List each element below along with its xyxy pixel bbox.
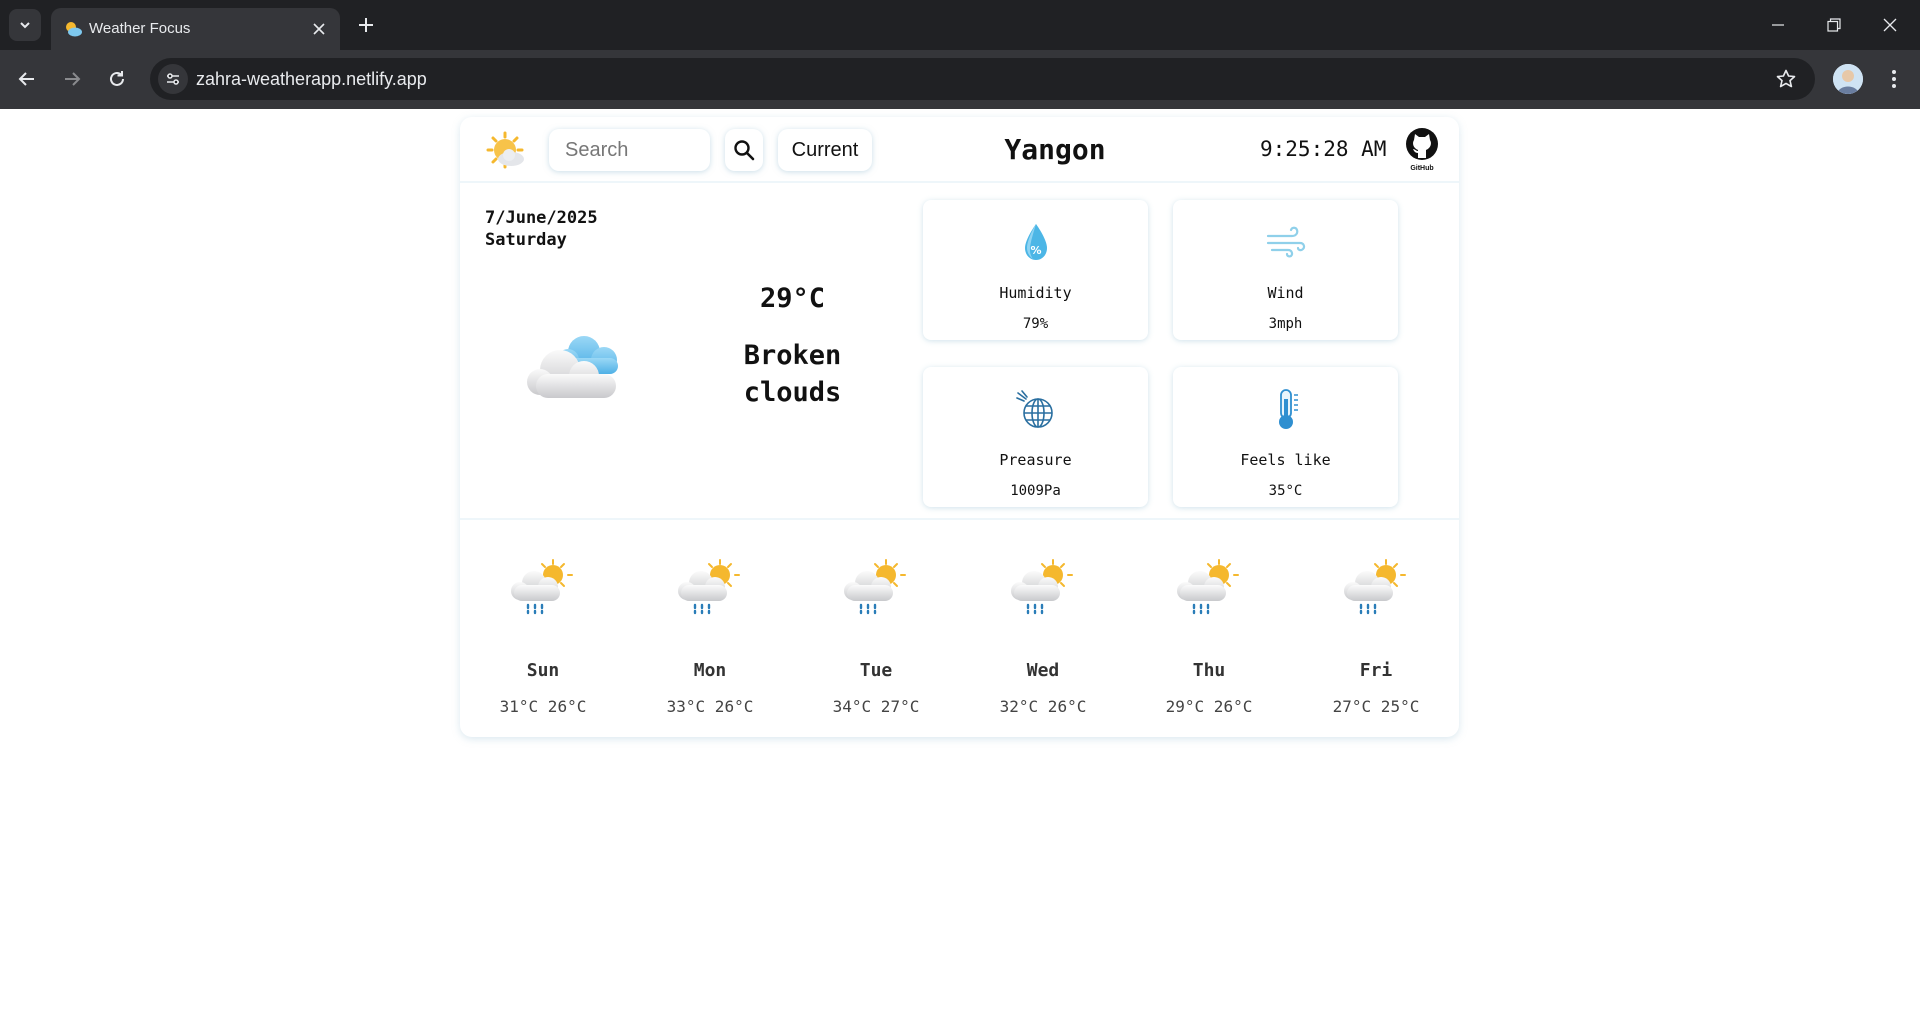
- current-date: 7/June/2025 Saturday: [485, 207, 598, 251]
- arrow-right-icon: [65, 72, 81, 86]
- thermometer-icon: [1279, 389, 1298, 429]
- broken-clouds-icon: [527, 336, 618, 398]
- plus-icon: [359, 18, 373, 32]
- weather-app-card: Current Yangon 9:25:28 AM GitHub 7/June/…: [460, 117, 1459, 737]
- forecast-day: Tue 34°C 27°C: [811, 522, 941, 737]
- rain-sun-cloud-icon: [676, 558, 741, 615]
- address-bar[interactable]: zahra-weatherapp.netlify.app: [150, 58, 1815, 100]
- date-text: 7/June/2025: [485, 208, 598, 228]
- weather-favicon-icon: [66, 22, 82, 37]
- forecast-temps: 32°C 26°C: [999, 697, 1087, 716]
- bookmark-button[interactable]: [1773, 66, 1799, 92]
- forecast-day: Fri 27°C 25°C: [1311, 522, 1441, 737]
- forecast-temps: 29°C 26°C: [1165, 697, 1253, 716]
- reload-icon: [110, 71, 124, 86]
- rain-sun-cloud-icon: [1175, 558, 1240, 615]
- rain-sun-cloud-icon: [842, 558, 907, 615]
- sun-cloud-logo-icon: [486, 131, 524, 169]
- tab-title: Weather Focus: [89, 20, 191, 37]
- stat-label: Feels like: [1240, 451, 1331, 469]
- svg-text:%: %: [1030, 244, 1041, 257]
- tab-close-button[interactable]: [306, 16, 332, 42]
- stat-value: 79%: [1022, 316, 1049, 332]
- current-weather-section: 7/June/2025 Saturday 29°C Broken clouds …: [460, 185, 1459, 520]
- browser-menu-button[interactable]: [1880, 63, 1908, 95]
- browser-titlebar: Weather Focus: [0, 0, 1920, 50]
- new-tab-button[interactable]: [350, 9, 382, 41]
- stat-value: 35°C: [1268, 483, 1303, 499]
- star-icon: [1776, 69, 1796, 88]
- arrow-left-icon: [18, 72, 34, 86]
- humidity-card: % Humidity 79%: [923, 200, 1148, 340]
- forecast-day: Mon 33°C 26°C: [645, 522, 775, 737]
- pressure-globe-icon: [1016, 390, 1053, 428]
- weekday-text: Saturday: [485, 230, 567, 250]
- tab-search-button[interactable]: [9, 9, 41, 41]
- rain-sun-cloud-icon: [1009, 558, 1074, 615]
- app-header: Current Yangon 9:25:28 AM GitHub: [460, 117, 1459, 183]
- feels-like-card: Feels like 35°C: [1173, 367, 1398, 507]
- forecast-day: Thu 29°C 26°C: [1144, 522, 1274, 737]
- forecast-temps: 31°C 26°C: [499, 697, 587, 716]
- github-link[interactable]: GitHub: [1404, 127, 1440, 172]
- wind-icon: [1266, 226, 1306, 258]
- stat-value: 3mph: [1268, 316, 1303, 332]
- condition-line-2: clouds: [743, 377, 842, 408]
- site-info-button[interactable]: [158, 64, 188, 94]
- rain-sun-cloud-icon: [509, 558, 574, 615]
- forecast-day-name: Thu: [1192, 660, 1226, 681]
- forecast-day-name: Tue: [859, 660, 893, 681]
- forecast-section: Sun 31°C 26°C Mon 33°C 26°C Tue 34°C 27°…: [460, 522, 1459, 737]
- city-name: Yangon: [1004, 133, 1106, 166]
- stat-label: Wind: [1267, 284, 1304, 302]
- forecast-day: Sun 31°C 26°C: [478, 522, 608, 737]
- minimize-button[interactable]: [1750, 0, 1806, 50]
- search-button[interactable]: [725, 129, 763, 171]
- close-icon: [1883, 18, 1897, 32]
- current-temperature: 29°C: [759, 283, 826, 314]
- forecast-temps: 33°C 26°C: [666, 697, 754, 716]
- stat-label: Humidity: [999, 284, 1072, 302]
- close-icon: [313, 23, 325, 35]
- restore-button[interactable]: [1806, 0, 1862, 50]
- forward-button[interactable]: [55, 62, 89, 96]
- forecast-day-name: Fri: [1359, 660, 1393, 681]
- rain-sun-cloud-icon: [1342, 558, 1407, 615]
- browser-tab[interactable]: Weather Focus: [51, 8, 340, 50]
- tune-icon: [167, 73, 179, 85]
- forecast-day-name: Mon: [693, 660, 727, 681]
- back-button[interactable]: [10, 62, 44, 96]
- browser-toolbar: zahra-weatherapp.netlify.app: [0, 50, 1920, 109]
- search-icon: [734, 140, 755, 161]
- forecast-temps: 27°C 25°C: [1332, 697, 1420, 716]
- forecast-day: Wed 32°C 26°C: [978, 522, 1108, 737]
- wind-card: Wind 3mph: [1173, 200, 1398, 340]
- forecast-temps: 34°C 27°C: [832, 697, 920, 716]
- minimize-icon: [1772, 24, 1784, 26]
- more-vert-icon: [1892, 70, 1896, 88]
- chevron-down-icon: [20, 22, 30, 29]
- search-input[interactable]: [549, 129, 710, 171]
- weather-condition: Broken clouds: [700, 337, 885, 411]
- stat-value: 1009Pa: [1010, 483, 1061, 499]
- pressure-card: Preasure 1009Pa: [923, 367, 1148, 507]
- condition-line-1: Broken: [743, 340, 842, 371]
- forecast-day-name: Sun: [526, 660, 560, 681]
- forecast-day-name: Wed: [1026, 660, 1060, 681]
- url-text[interactable]: zahra-weatherapp.netlify.app: [196, 69, 427, 90]
- github-label: GitHub: [1410, 165, 1434, 172]
- github-icon: [1406, 128, 1438, 160]
- close-window-button[interactable]: [1862, 0, 1918, 50]
- reload-button[interactable]: [100, 62, 134, 96]
- profile-avatar[interactable]: [1833, 64, 1863, 94]
- stat-label: Preasure: [999, 451, 1072, 469]
- current-location-button[interactable]: Current: [778, 129, 872, 171]
- avatar-icon: [1833, 64, 1863, 94]
- restore-icon: [1827, 18, 1841, 32]
- humidity-drop-icon: %: [1025, 224, 1047, 260]
